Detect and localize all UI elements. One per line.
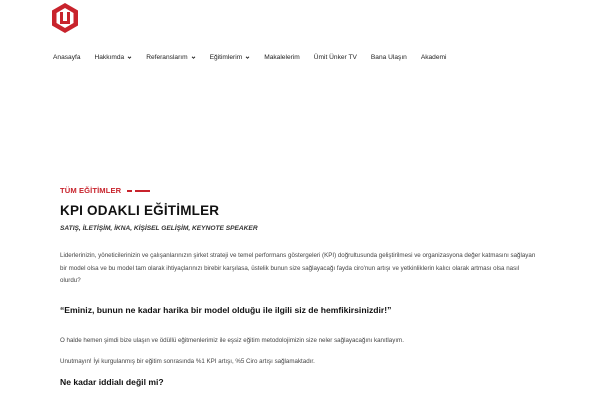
nav-item-hakkimda[interactable]: Hakkımda	[95, 54, 133, 61]
nav-item-referanslarim[interactable]: Referanslarım	[146, 54, 195, 61]
section-heading: Ne kadar iddialı değil mi?	[60, 377, 164, 387]
chevron-down-icon	[191, 55, 195, 59]
kpi-paragraph: Unutmayın! İyi kurgulanmış bir eğitim so…	[60, 358, 315, 365]
nav-item-label: Referanslarım	[146, 53, 188, 61]
nav-item-bana-ulasin[interactable]: Bana Ulaşın	[371, 54, 407, 61]
divider-dash	[127, 189, 133, 192]
page-title: KPI ODAKLI EĞİTİMLER	[60, 203, 220, 218]
chevron-down-icon	[245, 55, 250, 59]
eyebrow-label[interactable]: TÜM EĞİTİMLER	[60, 186, 121, 195]
page-tags: SATIŞ, İLETİŞİM, İKNA, KİŞİSEL GELİŞİM, …	[60, 225, 258, 232]
nav-item-label: Makalelerim	[264, 53, 300, 61]
nav-item-tv[interactable]: Ümit Ünker TV	[314, 54, 357, 61]
intro-paragraph: Liderlerinizin, yöneticilerinizin ve çal…	[60, 252, 536, 284]
nav-item-makalelerim[interactable]: Makalelerim	[264, 54, 300, 61]
chevron-down-icon	[127, 55, 132, 59]
quote-heading: “Eminiz, bunun ne kadar harika bir model…	[60, 305, 392, 315]
nav-item-label: Hakkımda	[94, 53, 125, 61]
nav-item-label: Ümit Ünker TV	[313, 53, 357, 61]
nav-item-egitimlerim[interactable]: Eğitimlerim	[210, 54, 251, 61]
cta-paragraph: O halde hemen şimdi bize ulaşın ve ödüll…	[60, 337, 404, 344]
nav-item-label: Eğitimlerim	[209, 53, 243, 61]
nav-item-label: Akademi	[420, 53, 447, 61]
nav-item-anasayfa[interactable]: Anasayfa	[53, 54, 81, 61]
hexagon-logo-icon	[52, 3, 78, 33]
nav-item-label: Bana Ulaşın	[370, 53, 407, 61]
section-eyebrow: TÜM EĞİTİMLER	[60, 186, 151, 195]
main-nav: Anasayfa Hakkımda Referanslarım Eğitimle…	[53, 51, 460, 63]
eyebrow-divider	[127, 189, 151, 192]
nav-item-akademi[interactable]: Akademi	[421, 54, 447, 61]
site-logo[interactable]	[50, 2, 80, 34]
divider-line	[135, 189, 151, 192]
nav-item-label: Anasayfa	[53, 53, 81, 61]
